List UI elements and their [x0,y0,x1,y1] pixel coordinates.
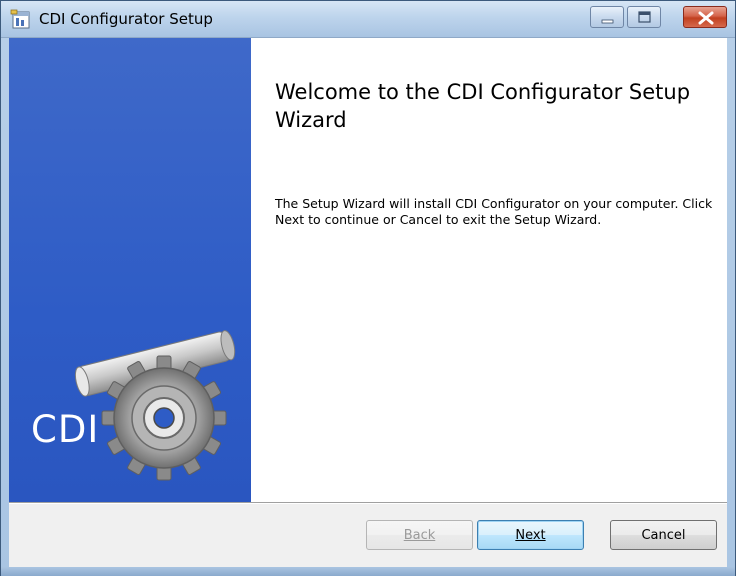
setup-icon [10,9,30,29]
minimize-button[interactable] [590,6,624,28]
button-bar: Back Next Cancel [9,504,727,567]
title-bar[interactable]: CDI Configurator Setup [1,1,735,38]
next-button[interactable]: Next [477,520,584,550]
close-button[interactable] [683,6,727,28]
welcome-description: The Setup Wizard will install CDI Config… [275,196,713,227]
back-button[interactable]: Back [366,520,473,550]
back-button-label: Back [403,527,436,543]
window-title: CDI Configurator Setup [39,10,213,28]
next-button-label: Next [515,527,546,543]
setup-window: CDI Configurator Setup CDI Welcome to th… [0,0,736,576]
maximize-icon [638,11,651,23]
close-icon [698,11,714,25]
cancel-button[interactable]: Cancel [610,520,717,550]
maximize-button[interactable] [627,6,661,28]
banner-logo-text: CDI [31,408,100,451]
minimize-icon [601,19,614,24]
wizard-content: CDI Welcome to the CDI Configurator Setu… [9,38,727,502]
cancel-button-label: Cancel [641,527,686,543]
wizard-banner: CDI [9,38,251,502]
page-title: Welcome to the CDI Configurator Setup Wi… [275,80,691,132]
window-bottom-border [1,567,735,576]
